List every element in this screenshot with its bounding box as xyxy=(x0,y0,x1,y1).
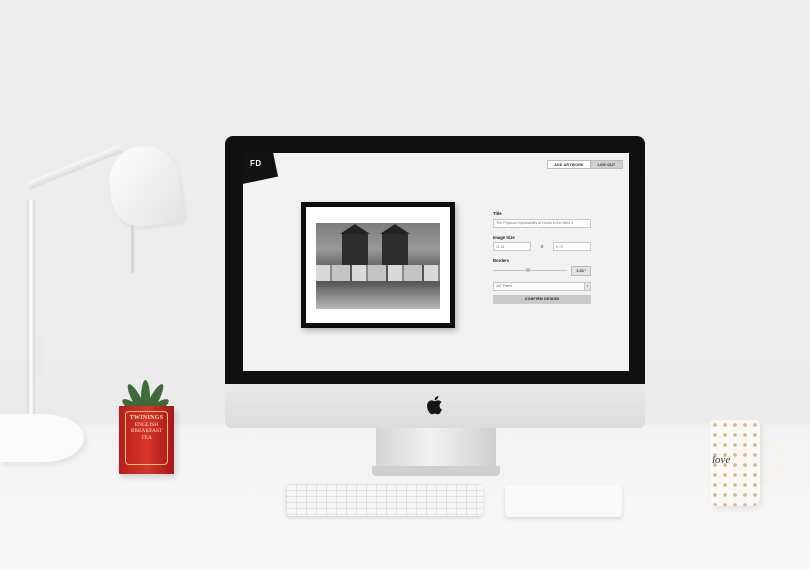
frame-select-value: 1/2" Farm xyxy=(496,284,512,288)
artwork-photo xyxy=(316,223,440,309)
confirm-design-button[interactable]: CONFIRM DESIGN xyxy=(493,294,591,304)
mug-text: love xyxy=(712,454,731,466)
title-input[interactable]: The Physical Impossibility of Death in t… xyxy=(493,218,591,228)
width-input[interactable]: 11.81 xyxy=(493,242,531,251)
photo-billboards xyxy=(316,265,440,281)
add-artwork-button[interactable]: ADD ARTWORK xyxy=(547,160,591,169)
borders-label: Borders xyxy=(493,258,510,263)
apple-logo-icon xyxy=(427,396,442,415)
frame-mat xyxy=(306,207,450,323)
lamp-cord xyxy=(131,225,134,273)
lamp-pole xyxy=(27,200,35,422)
app-logo[interactable]: FD xyxy=(250,159,262,168)
tea-tin-label: TWININGS ENGLISH BREAKFAST TEA xyxy=(125,411,168,465)
border-slider[interactable] xyxy=(493,268,567,272)
imac-stand xyxy=(376,428,496,468)
framed-artwork-preview xyxy=(301,202,455,328)
lamp-joint xyxy=(36,336,44,376)
imac-screen: FD ADD ARTWORK LOG OUT Title The Physica… xyxy=(243,153,629,371)
header-actions: ADD ARTWORK LOG OUT xyxy=(547,160,623,169)
tea-line-2: BREAKFAST xyxy=(130,428,163,435)
border-slider-handle[interactable] xyxy=(526,268,531,272)
lamp-arm xyxy=(26,144,123,190)
title-label: Title xyxy=(493,211,502,216)
keyboard xyxy=(286,484,483,516)
imac-stand-foot xyxy=(372,466,500,476)
lamp-shade xyxy=(104,141,186,231)
tea-tin: TWININGS ENGLISH BREAKFAST TEA xyxy=(119,406,174,474)
photo-house-right xyxy=(380,224,410,265)
logout-button[interactable]: LOG OUT xyxy=(591,160,623,169)
frame-select[interactable]: 1/2" Farm ▾ xyxy=(493,281,591,291)
logo-badge xyxy=(243,153,279,185)
tea-line-3: TEA xyxy=(141,434,152,441)
size-separator: X xyxy=(540,244,544,249)
borders-row: 1.01" xyxy=(493,265,591,276)
select-chevron-icon: ▾ xyxy=(584,282,590,290)
design-form: Title The Physical Impossibility of Deat… xyxy=(493,211,591,304)
border-value: 1.01" xyxy=(571,265,591,276)
photo-house-left xyxy=(340,224,370,265)
tea-brand-text: TWININGS xyxy=(129,415,164,421)
image-size-row: 11.81 X 9.72 xyxy=(493,242,591,251)
lamp-base xyxy=(0,414,84,462)
trackpad xyxy=(505,485,622,517)
height-input[interactable]: 9.72 xyxy=(553,242,591,251)
photo-street xyxy=(316,287,440,309)
image-size-label: Image Size xyxy=(493,234,515,240)
